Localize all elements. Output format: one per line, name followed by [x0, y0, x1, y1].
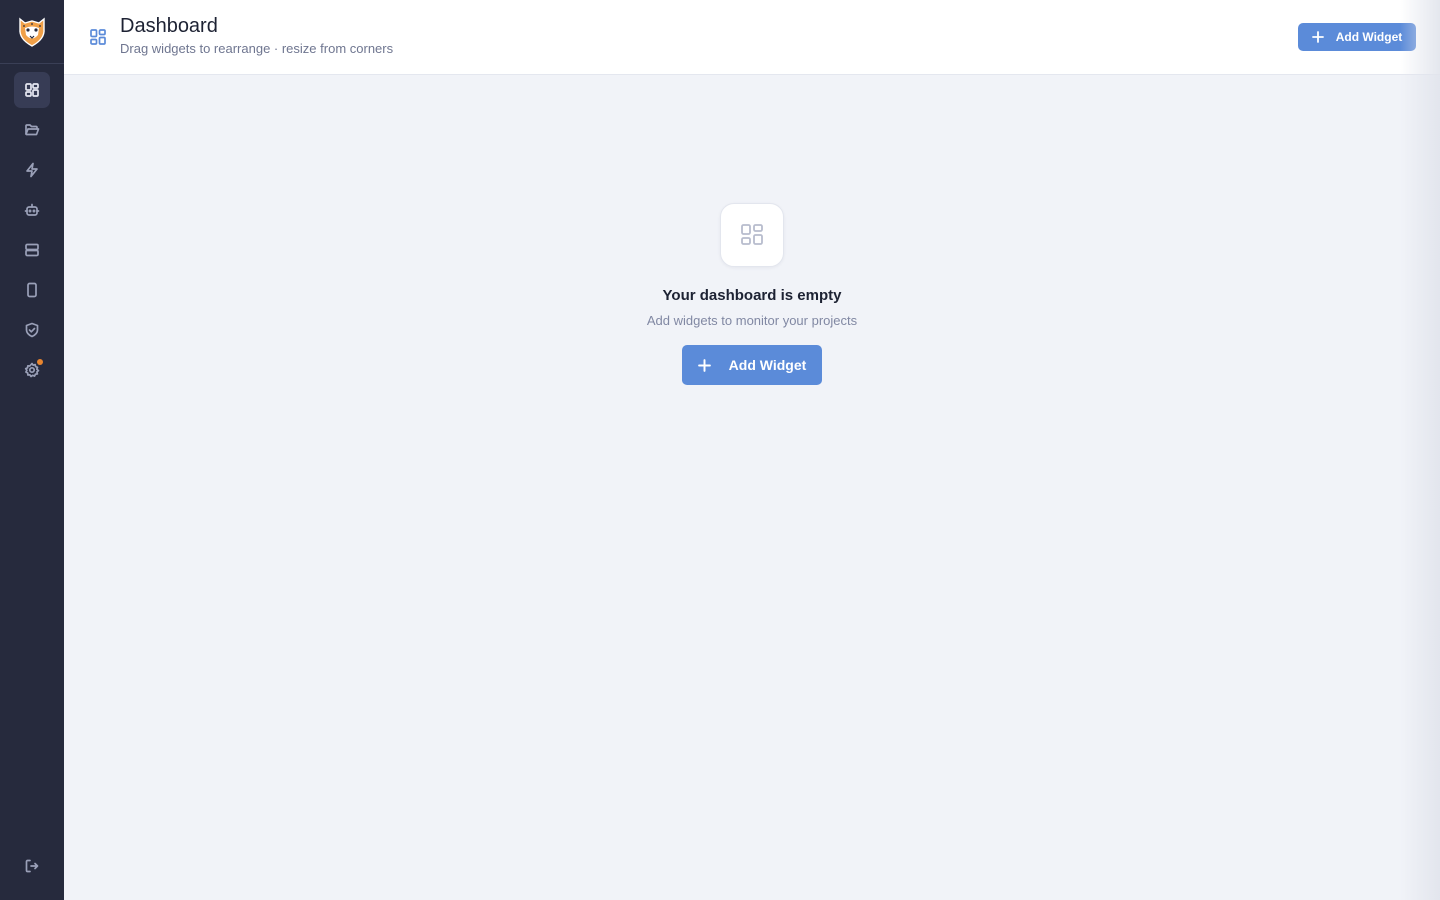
robot-icon	[24, 203, 40, 216]
sidebar-item-projects[interactable]	[14, 112, 50, 148]
dashboard-grid-icon	[25, 83, 39, 97]
sidebar-item-servers[interactable]	[14, 232, 50, 268]
empty-state-add-widget-label: Add Widget	[728, 357, 807, 373]
app-logo[interactable]	[0, 0, 64, 64]
plus-icon	[1311, 31, 1324, 43]
sidebar-item-settings[interactable]	[14, 352, 50, 388]
dashboard-header-icon	[89, 28, 107, 46]
server-icon	[25, 243, 39, 257]
sidebar-item-automations[interactable]	[14, 152, 50, 188]
page-header: Dashboard Drag widgets to rearrange · re…	[64, 0, 1440, 75]
empty-state-add-widget-button[interactable]: Add Widget	[682, 345, 822, 385]
mobile-device-icon	[27, 282, 37, 298]
sidebar-nav	[14, 72, 50, 392]
sidebar	[0, 0, 64, 900]
header-add-widget-label: Add Widget	[1335, 30, 1403, 44]
header-add-widget-button[interactable]: Add Widget	[1298, 23, 1416, 51]
page-title: Dashboard	[120, 15, 218, 37]
empty-state-icon-box	[720, 203, 784, 267]
empty-state-title: Your dashboard is empty	[662, 287, 842, 304]
empty-state: Your dashboard is empty Add widgets to m…	[64, 75, 1440, 385]
logout-button[interactable]	[14, 848, 50, 884]
sidebar-item-dashboard[interactable]	[14, 72, 50, 108]
cheetah-logo-icon	[19, 17, 45, 47]
notification-dot	[37, 359, 43, 365]
sidebar-item-security[interactable]	[14, 312, 50, 348]
folder-open-icon	[25, 124, 40, 136]
shield-check-icon	[25, 322, 39, 338]
page-subtitle: Drag widgets to rearrange · resize from …	[120, 41, 394, 56]
empty-state-subtitle: Add widgets to monitor your projects	[646, 313, 858, 328]
dashboard-grid-icon	[741, 224, 763, 245]
plus-icon	[697, 358, 711, 372]
logout-icon	[25, 859, 39, 873]
sidebar-item-devices[interactable]	[14, 272, 50, 308]
sidebar-item-agents[interactable]	[14, 192, 50, 228]
lightning-icon	[26, 162, 38, 178]
